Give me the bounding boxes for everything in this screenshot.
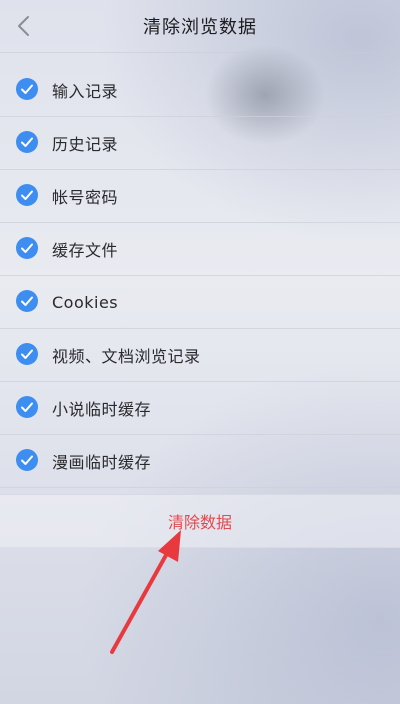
navigation-bar: 清除浏览数据 bbox=[0, 0, 400, 53]
option-label: 输入记录 bbox=[52, 82, 119, 101]
checkmark-circle-icon[interactable] bbox=[16, 184, 38, 206]
option-label: 历史记录 bbox=[52, 135, 119, 154]
option-label: 缓存文件 bbox=[52, 241, 119, 260]
option-browse-history[interactable]: 历史记录 bbox=[0, 117, 400, 170]
option-comic-cache[interactable]: 漫画临时缓存 bbox=[0, 435, 400, 488]
option-label: 视频、文档浏览记录 bbox=[52, 347, 201, 366]
chevron-left-icon[interactable] bbox=[14, 14, 36, 38]
checkmark-circle-icon[interactable] bbox=[16, 449, 38, 471]
option-label: 小说临时缓存 bbox=[52, 400, 152, 419]
option-label: 帐号密码 bbox=[52, 188, 119, 207]
checkmark-circle-icon[interactable] bbox=[16, 290, 38, 312]
clear-data-button[interactable]: 清除数据 bbox=[0, 494, 400, 548]
option-label: Cookies bbox=[52, 292, 119, 312]
option-cache-files[interactable]: 缓存文件 bbox=[0, 223, 400, 276]
checkmark-circle-icon[interactable] bbox=[16, 237, 38, 259]
option-video-doc-history[interactable]: 视频、文档浏览记录 bbox=[0, 329, 400, 382]
option-cookies[interactable]: Cookies bbox=[0, 276, 400, 329]
option-novel-cache[interactable]: 小说临时缓存 bbox=[0, 382, 400, 435]
option-input-history[interactable]: 输入记录 bbox=[0, 64, 400, 117]
option-label: 漫画临时缓存 bbox=[52, 453, 152, 472]
page-title: 清除浏览数据 bbox=[143, 17, 257, 38]
checkmark-circle-icon[interactable] bbox=[16, 78, 38, 100]
checkmark-circle-icon[interactable] bbox=[16, 131, 38, 153]
checkmark-circle-icon[interactable] bbox=[16, 396, 38, 418]
option-account-passwords[interactable]: 帐号密码 bbox=[0, 170, 400, 223]
clear-options-list: 输入记录 历史记录 帐号密码 缓存文件 Cookies 视频、文档浏览记录 小说… bbox=[0, 64, 400, 488]
checkmark-circle-icon[interactable] bbox=[16, 343, 38, 365]
